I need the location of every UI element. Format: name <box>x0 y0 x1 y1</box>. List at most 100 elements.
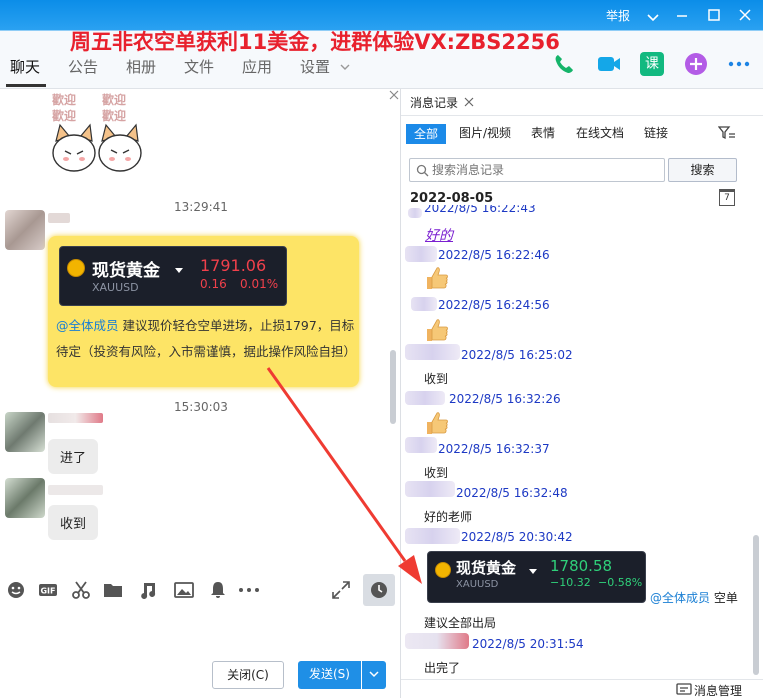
thumbs-up-icon <box>427 319 448 341</box>
gold-coin-icon <box>435 562 451 578</box>
close-button[interactable]: 关闭(C) <box>212 661 284 689</box>
tab-files[interactable]: 文件 <box>184 56 214 77</box>
close-sticker-icon[interactable] <box>389 89 399 104</box>
history-time: 2022/8/5 16:32:26 <box>449 392 561 406</box>
history-tab-divider <box>401 115 763 116</box>
welcome-sticker: 歡迎 歡迎 歡迎 歡迎 <box>48 89 145 181</box>
chevron-down-icon[interactable] <box>339 61 351 76</box>
add-app-icon[interactable] <box>684 52 708 76</box>
card-change: −10.32 <box>550 576 591 589</box>
svg-text:GIF: GIF <box>40 587 55 596</box>
emoji-icon[interactable] <box>6 580 26 600</box>
more-icon[interactable] <box>727 52 751 76</box>
history-search-button[interactable]: 搜索 <box>668 158 737 182</box>
sender-name-redacted <box>48 485 103 495</box>
message-manage-button[interactable]: 消息管理 <box>694 682 742 698</box>
history-time: 2022/8/5 20:30:42 <box>461 530 573 544</box>
calendar-icon[interactable]: 7 <box>719 189 735 206</box>
tab-announcement[interactable]: 公告 <box>68 56 98 77</box>
sender-name-redacted <box>48 413 103 423</box>
tab-album[interactable]: 相册 <box>126 56 156 77</box>
filter-icon[interactable] <box>717 125 736 145</box>
avatar[interactable] <box>5 210 45 250</box>
caret-down-icon <box>175 263 183 278</box>
promo-banner-text: 周五非农空单获利11美金，进群体验VX:ZBS2256 <box>70 30 560 54</box>
filter-links[interactable]: 链接 <box>644 124 668 141</box>
message-bubble[interactable]: 收到 <box>48 505 99 540</box>
sender-redacted <box>408 208 422 218</box>
announcement-text: @全体成员 建议现价轻仓空单进场，止损1797，目标待定（投资有风险，入市需谨慎… <box>56 313 356 365</box>
history-tab-title: 消息记录 <box>410 96 459 110</box>
card-symbol: XAUUSD <box>456 579 499 590</box>
mention-tail: 空单 <box>713 591 738 605</box>
history-time: 2022/8/5 16:22:43 <box>424 205 536 215</box>
phone-call-icon[interactable] <box>552 52 576 76</box>
history-date: 2022-08-05 <box>410 191 494 206</box>
avatar[interactable] <box>5 412 45 452</box>
history-search-input[interactable] <box>432 160 660 180</box>
tab-apps[interactable]: 应用 <box>242 56 272 77</box>
tab-chat[interactable]: 聊天 <box>10 56 40 77</box>
filter-all[interactable]: 全部 <box>406 124 447 144</box>
card-price: 1780.58 <box>550 557 613 575</box>
avatar[interactable] <box>5 478 45 518</box>
tab-settings[interactable]: 设置 <box>300 56 330 77</box>
more-options-icon[interactable] <box>238 580 259 600</box>
close-history-icon[interactable] <box>464 96 474 111</box>
sender-name-redacted <box>48 213 70 223</box>
history-text: 出完了 <box>424 661 461 675</box>
history-search-field[interactable] <box>409 158 665 182</box>
expand-icon[interactable] <box>331 580 351 600</box>
sender-redacted <box>411 297 437 311</box>
history-text: 收到 <box>424 372 449 386</box>
history-time: 2022/8/5 20:31:54 <box>472 637 584 651</box>
history-text: 建议全部出局 <box>424 616 497 630</box>
gif-icon[interactable]: GIF <box>38 580 58 600</box>
report-button[interactable]: 举报 <box>606 6 630 26</box>
maximize-icon[interactable] <box>707 8 721 28</box>
history-time: 2022/8/5 16:32:37 <box>438 442 550 456</box>
music-note-icon[interactable] <box>138 580 158 600</box>
card-title: 现货黄金 <box>456 559 517 577</box>
thumbs-up-icon <box>427 412 448 434</box>
close-icon[interactable] <box>738 8 752 28</box>
card-price: 1791.06 <box>200 256 267 275</box>
lesson-button[interactable]: 课 <box>640 52 664 76</box>
sender-redacted <box>405 528 460 544</box>
history-time: 2022/8/5 16:32:48 <box>456 486 568 500</box>
send-button[interactable]: 发送(S) <box>298 661 361 689</box>
card-title: 现货黄金 <box>92 261 160 281</box>
history-text: 收到 <box>424 466 449 480</box>
filter-docs[interactable]: 在线文档 <box>576 124 624 141</box>
sender-redacted <box>405 633 469 649</box>
active-tab-indicator <box>6 84 46 87</box>
history-scrollbar[interactable] <box>753 535 759 675</box>
chat-scrollbar[interactable] <box>390 350 396 424</box>
folder-icon[interactable] <box>103 580 123 600</box>
chat-window: 周五非农空单获利11美金，进群体验VX:ZBS2256 举报 聊天 公告 相册 … <box>0 0 763 698</box>
mention-all[interactable]: @全体成员 <box>650 591 710 605</box>
message-bubble[interactable]: 进了 <box>48 439 99 474</box>
image-icon[interactable] <box>174 580 194 600</box>
history-time: 2022/8/5 16:25:02 <box>461 348 573 362</box>
message-manage-icon[interactable] <box>676 683 692 698</box>
search-icon <box>416 164 429 177</box>
message-time: 13:29:41 <box>174 200 228 214</box>
gold-coin-icon <box>67 259 85 277</box>
card-symbol: XAUUSD <box>92 281 139 294</box>
scissors-icon[interactable] <box>71 580 91 600</box>
card-change: 0.16 <box>200 277 227 291</box>
history-toggle-button[interactable] <box>363 574 395 606</box>
minimize-icon[interactable] <box>675 8 689 28</box>
filter-stickers[interactable]: 表情 <box>531 124 555 141</box>
sender-redacted <box>405 481 455 497</box>
send-options-button[interactable] <box>362 661 386 689</box>
caret-down-icon <box>529 564 537 579</box>
filter-media[interactable]: 图片/视频 <box>459 124 511 141</box>
bell-icon[interactable] <box>208 580 228 600</box>
video-call-icon[interactable] <box>596 52 620 76</box>
thumbs-up-icon <box>427 267 448 289</box>
mention-all[interactable]: @全体成员 <box>56 318 119 333</box>
chevron-down-icon[interactable] <box>646 9 660 29</box>
history-mention-line: @全体成员 空单 <box>650 589 738 606</box>
